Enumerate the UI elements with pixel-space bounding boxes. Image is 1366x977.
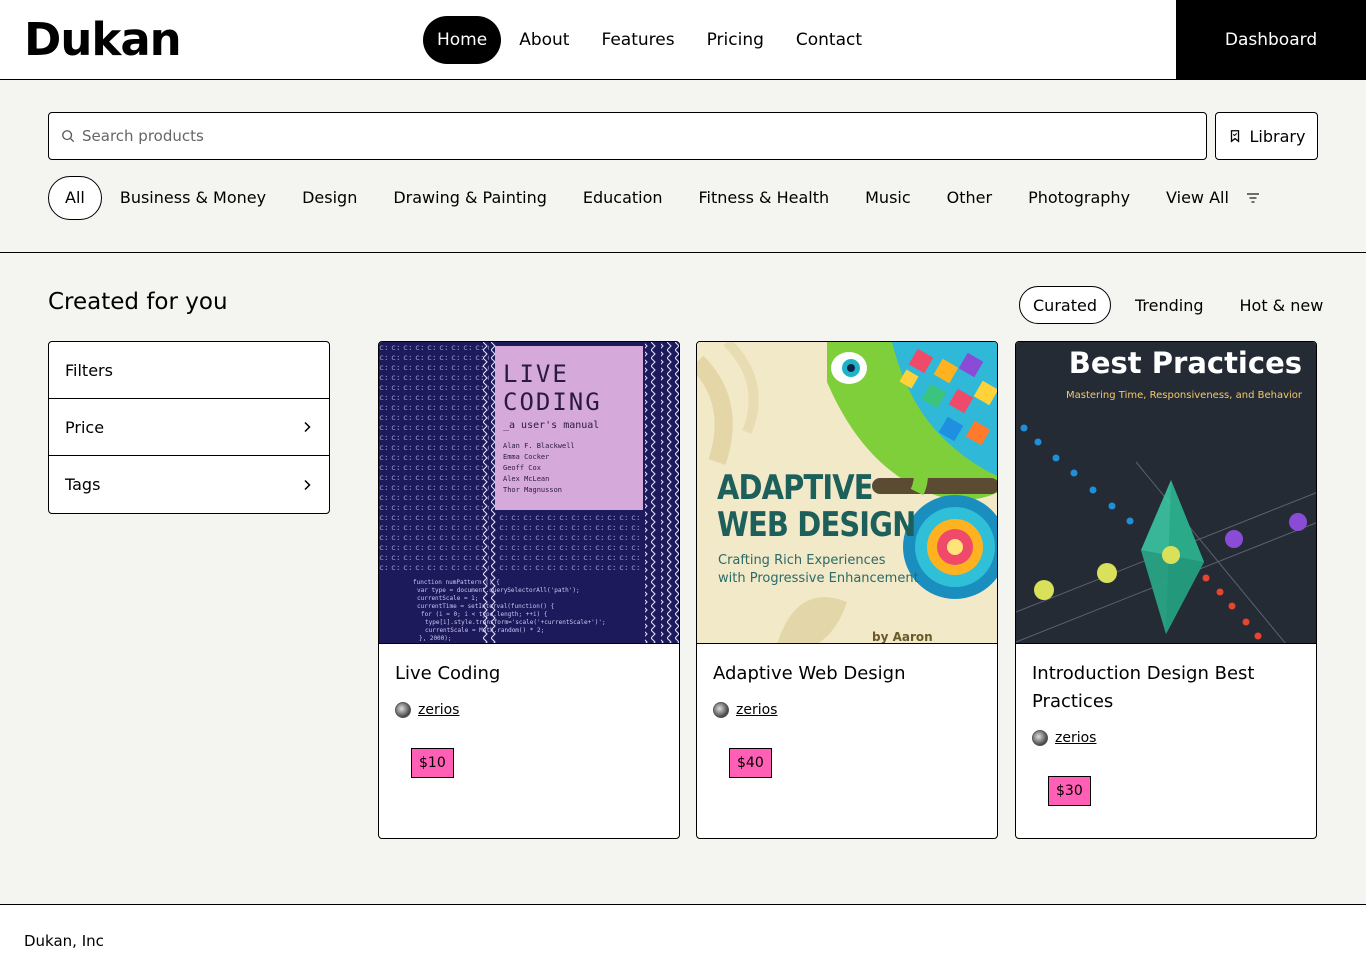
category-bar: All Business & Money Design Drawing & Pa… xyxy=(48,175,1262,220)
search-section: Library All Business & Money Design Draw… xyxy=(0,80,1366,253)
price-badge: $40 xyxy=(729,748,772,778)
cover-subtitle: _a user's manual xyxy=(503,420,600,431)
dashboard-button[interactable]: Dashboard xyxy=(1176,0,1366,80)
avatar xyxy=(395,702,411,718)
avatar xyxy=(1032,730,1048,746)
crystal-illustration xyxy=(1016,424,1316,643)
category-all[interactable]: All xyxy=(48,175,102,220)
category-drawing-painting[interactable]: Drawing & Painting xyxy=(375,176,565,220)
cover-subtitle: Mastering Time, Responsiveness, and Beha… xyxy=(1065,390,1302,401)
price-badge: $10 xyxy=(411,748,454,778)
filter-price[interactable]: Price xyxy=(49,399,329,456)
cover-title: Best Practices xyxy=(1068,346,1302,380)
search-field[interactable] xyxy=(48,112,1207,160)
svg-text:for (i = 0; i < type.length; +: for (i = 0; i < type.length; ++i) { xyxy=(421,611,547,618)
author-link[interactable]: zerios xyxy=(395,702,459,718)
product-card[interactable]: Best Practices Mastering Time, Responsiv… xyxy=(1015,341,1317,839)
author-name: zerios xyxy=(1055,730,1097,746)
product-cover[interactable]: c: function numPattern () { var type = d… xyxy=(379,342,679,644)
nav-pricing[interactable]: Pricing xyxy=(693,16,778,64)
svg-text:function numPattern () {: function numPattern () { xyxy=(413,579,500,586)
chevron-right-icon xyxy=(304,421,311,433)
svg-text:type[i].style.transform='scale: type[i].style.transform='scale('+current… xyxy=(425,619,606,626)
product-title[interactable]: Live Coding xyxy=(395,660,665,688)
library-button[interactable]: Library xyxy=(1215,112,1318,160)
tab-trending[interactable]: Trending xyxy=(1121,286,1218,324)
view-all-label: View All xyxy=(1166,188,1229,207)
tab-hot-new[interactable]: Hot & new xyxy=(1226,286,1338,324)
search-input[interactable] xyxy=(82,127,1206,145)
category-design[interactable]: Design xyxy=(284,176,375,220)
cover-title-panel: LIVE CODING _a user's manual Alan F. Bla… xyxy=(495,346,643,510)
cover-title: LIVE CODING xyxy=(503,360,602,416)
author-name: zerios xyxy=(736,702,778,718)
product-card[interactable]: c: function numPattern () { var type = d… xyxy=(378,341,680,839)
cover-subtitle-line-1: Crafting Rich Experiences xyxy=(718,553,886,568)
nav-about[interactable]: About xyxy=(505,16,583,64)
category-other[interactable]: Other xyxy=(929,176,1010,220)
product-cover[interactable]: ADAPTIVE WEB DESIGN Crafting Rich Experi… xyxy=(697,342,997,644)
author-name: zerios xyxy=(418,702,460,718)
library-label: Library xyxy=(1249,126,1306,146)
author-link[interactable]: zerios xyxy=(1032,730,1096,746)
nav-home[interactable]: Home xyxy=(423,16,502,64)
nav-contact[interactable]: Contact xyxy=(782,16,876,64)
svg-text:currentScale = Math.random() *: currentScale = Math.random() * 2; xyxy=(425,627,544,634)
cover-title-line-1: ADAPTIVE xyxy=(717,468,874,508)
price-badge: $30 xyxy=(1048,776,1091,806)
svg-text:}, 2000);: }, 2000); xyxy=(419,635,452,642)
category-education[interactable]: Education xyxy=(565,176,681,220)
cover-subtitle-line-2: with Progressive Enhancement xyxy=(718,571,919,586)
header: Dukan Home About Features Pricing Contac… xyxy=(0,0,1366,80)
filters-panel: Filters Price Tags xyxy=(48,341,330,514)
cover-byline: by Aaron Gustafson xyxy=(872,630,933,644)
cover-title: ADAPTIVE WEB DESIGN xyxy=(717,468,916,545)
category-music[interactable]: Music xyxy=(847,176,929,220)
section-title: Created for you xyxy=(48,289,228,315)
svg-text:currentScale = 1;: currentScale = 1; xyxy=(417,595,478,602)
search-icon xyxy=(62,130,75,143)
footer-text: Dukan, Inc xyxy=(24,932,104,950)
sort-tabs: Curated Trending Hot & new xyxy=(1019,286,1345,324)
cover-authors: Alan F. Blackwell Emma Cocker Geoff Cox … xyxy=(503,442,575,494)
svg-text:currentTime = setInterval(func: currentTime = setInterval(function() { xyxy=(417,603,554,610)
cover-subtitle: Crafting Rich Experiences with Progressi… xyxy=(718,552,919,588)
avatar xyxy=(713,702,729,718)
filter-tags-label: Tags xyxy=(65,475,101,494)
filters-label: Filters xyxy=(65,360,113,380)
filter-price-label: Price xyxy=(65,417,105,437)
filter-lines-icon xyxy=(1246,192,1259,203)
product-title[interactable]: Introduction Design Best Practices xyxy=(1032,660,1302,716)
footer: Dukan, Inc xyxy=(0,904,1366,977)
view-all-categories[interactable]: View All xyxy=(1148,176,1262,220)
cover-title-line-2: WEB DESIGN xyxy=(717,505,916,545)
product-card[interactable]: ADAPTIVE WEB DESIGN Crafting Rich Experi… xyxy=(696,341,998,839)
category-fitness-health[interactable]: Fitness & Health xyxy=(681,176,848,220)
filters-heading: Filters xyxy=(49,342,329,399)
category-photography[interactable]: Photography xyxy=(1010,176,1148,220)
nav-features[interactable]: Features xyxy=(587,16,688,64)
main-nav: Home About Features Pricing Contact xyxy=(423,16,880,64)
chevron-right-icon xyxy=(304,479,311,490)
product-cover[interactable]: Best Practices Mastering Time, Responsiv… xyxy=(1016,342,1316,644)
tab-curated[interactable]: Curated xyxy=(1019,286,1111,324)
author-link[interactable]: zerios xyxy=(713,702,777,718)
category-business-money[interactable]: Business & Money xyxy=(102,176,284,220)
filter-tags[interactable]: Tags xyxy=(49,456,329,513)
brand-logo[interactable]: Dukan xyxy=(24,12,182,68)
svg-text:var type = document.querySelec: var type = document.querySelectorAll('pa… xyxy=(417,587,580,594)
bookmark-icon xyxy=(1230,130,1239,143)
product-title[interactable]: Adaptive Web Design xyxy=(713,660,983,688)
